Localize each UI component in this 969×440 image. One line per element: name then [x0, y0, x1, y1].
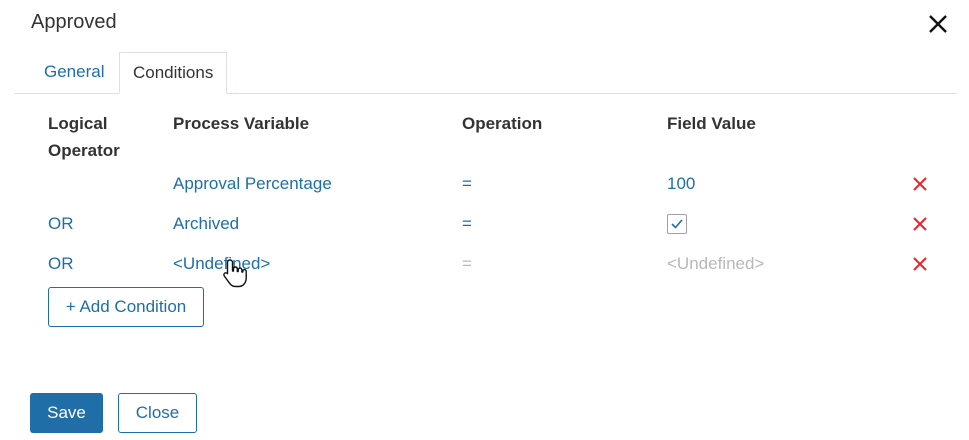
header-logical-line1: Logical — [48, 114, 108, 133]
field-value-checkbox[interactable] — [667, 214, 687, 234]
save-button[interactable]: Save — [30, 393, 103, 433]
dialog-title: Approved — [31, 11, 117, 33]
row-operation[interactable]: = — [462, 173, 472, 195]
header-logical-operator: Logical Operator — [48, 110, 120, 164]
checkmark-icon — [671, 219, 683, 229]
row-logical-operator[interactable]: OR — [48, 213, 74, 235]
header-logical-line2: Operator — [48, 141, 120, 160]
tab-conditions[interactable]: Conditions — [119, 52, 228, 94]
tab-general[interactable]: General — [44, 52, 104, 92]
row-process-variable[interactable]: Archived — [173, 213, 239, 235]
row-operation[interactable]: = — [462, 213, 472, 235]
row-operation: = — [462, 254, 472, 273]
hand-cursor-icon — [223, 259, 247, 288]
close-icon[interactable] — [926, 12, 950, 36]
row-field-value[interactable]: 100 — [667, 173, 695, 195]
row-field-value: <Undefined> — [667, 254, 765, 273]
header-operation: Operation — [462, 114, 543, 133]
close-button[interactable]: Close — [118, 393, 197, 433]
delete-icon[interactable] — [913, 257, 927, 271]
row-process-variable[interactable]: Approval Percentage — [173, 173, 332, 195]
header-field-value: Field Value — [667, 114, 756, 133]
add-condition-button[interactable]: + Add Condition — [48, 287, 204, 327]
tab-bar: General Conditions — [14, 52, 957, 94]
row-logical-operator[interactable]: OR — [48, 253, 74, 275]
delete-icon[interactable] — [913, 217, 927, 231]
delete-icon[interactable] — [913, 177, 927, 191]
header-process-variable: Process Variable — [173, 114, 310, 133]
